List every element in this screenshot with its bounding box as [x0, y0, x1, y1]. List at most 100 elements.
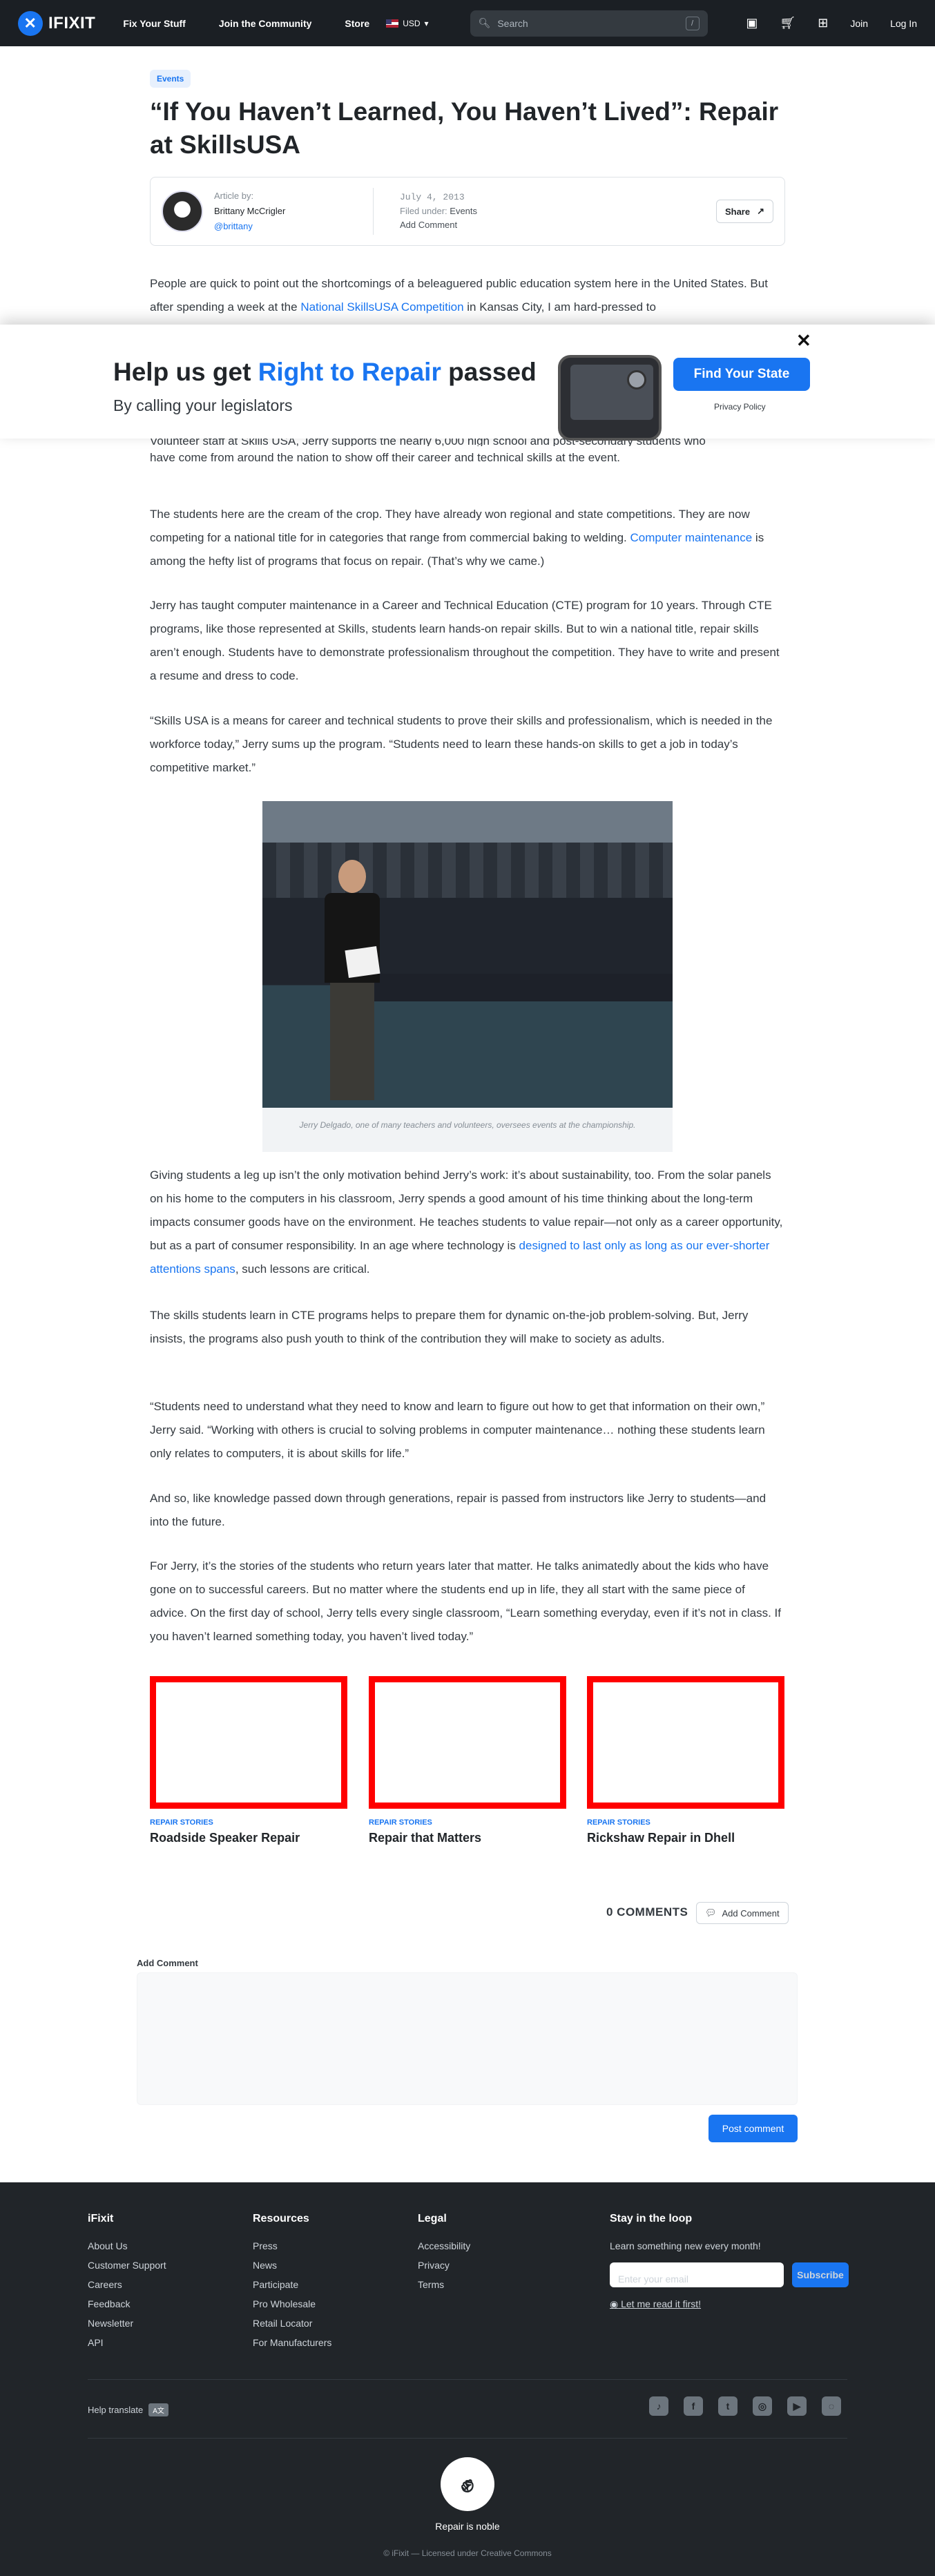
- subscribe-button[interactable]: Subscribe: [792, 2262, 849, 2287]
- ifixit-logo[interactable]: ✕ IFIXIT: [18, 10, 96, 36]
- author-avatar[interactable]: [162, 191, 203, 232]
- footer-link[interactable]: Newsletter: [88, 2314, 166, 2333]
- instagram-icon[interactable]: ◎: [753, 2396, 772, 2416]
- search-icon: 🔍︎: [478, 17, 491, 28]
- related-card[interactable]: REPAIR STORIES Rickshaw Repair in Dhell: [587, 1676, 784, 1845]
- nav-join-community[interactable]: Join the Community: [219, 18, 312, 29]
- paragraph-3: The students here are the cream of the c…: [150, 503, 785, 573]
- footer-col-title: iFixit: [88, 2213, 114, 2224]
- share-button[interactable]: Share ↗: [715, 200, 773, 223]
- close-icon[interactable]: ✕: [796, 330, 811, 352]
- email-field[interactable]: Enter your email: [610, 2262, 784, 2287]
- join-link[interactable]: Join: [850, 18, 868, 29]
- footer-link[interactable]: News: [253, 2256, 331, 2275]
- share-label: Share: [724, 206, 751, 217]
- login-link[interactable]: Log In: [890, 18, 917, 29]
- footer-link[interactable]: Press: [253, 2236, 331, 2256]
- currency-label: USD: [403, 18, 421, 28]
- search-input[interactable]: 🔍︎ Search /: [470, 10, 708, 37]
- tiktok-icon[interactable]: ♪: [649, 2396, 668, 2416]
- author-handle-link[interactable]: @brittany: [214, 221, 253, 231]
- phone-camera: [627, 370, 646, 390]
- related-card-kicker: REPAIR STORIES: [587, 1818, 650, 1827]
- phone-teardown-image: [558, 355, 662, 441]
- photo-person-head: [338, 860, 366, 893]
- paragraph-6: Giving students a leg up isn’t the only …: [150, 1164, 785, 1281]
- twitter-icon[interactable]: t: [718, 2396, 738, 2416]
- eye-icon: ◉: [610, 2298, 619, 2309]
- jerry-photo[interactable]: [262, 801, 673, 1108]
- ifixit-logo-icon: ✕: [18, 10, 43, 36]
- footer-link[interactable]: Customer Support: [88, 2256, 166, 2275]
- add-comment-button[interactable]: 💬︎ Add Comment: [696, 1902, 789, 1924]
- related-card[interactable]: REPAIR STORIES Repair that Matters: [369, 1676, 566, 1845]
- article-title: “If You Haven’t Learned, You Haven’t Liv…: [150, 97, 779, 159]
- toolbox-icon[interactable]: ▣: [746, 16, 758, 30]
- photo-person-paper: [345, 945, 380, 979]
- post-comment-button[interactable]: Post comment: [709, 2115, 798, 2142]
- newsletter-subtitle: Learn something new every month!: [610, 2240, 761, 2251]
- p1-text-b: in Kansas City, I am hard-pressed to: [463, 300, 656, 314]
- photo-caption: Jerry Delgado, one of many teachers and …: [262, 1108, 673, 1152]
- footer-col-title: Resources: [253, 2213, 309, 2224]
- banner-title-a: Help us get: [113, 358, 258, 386]
- paragraph-9: And so, like knowledge passed down throu…: [150, 1492, 767, 1528]
- paragraph-7: The skills students learn in CTE program…: [150, 1309, 749, 1345]
- footer-link[interactable]: Terms: [418, 2275, 470, 2294]
- banner-title-b: passed: [441, 358, 537, 386]
- related-card-kicker: REPAIR STORIES: [369, 1818, 432, 1827]
- filed-label: Filed under:: [400, 206, 447, 216]
- comment-textarea[interactable]: [137, 1972, 798, 2105]
- article-figure: Jerry Delgado, one of many teachers and …: [262, 801, 673, 1152]
- footer-link[interactable]: Feedback: [88, 2294, 166, 2314]
- photo-person: [318, 860, 387, 1108]
- paragraph-5: “Skills USA is a means for career and te…: [150, 714, 773, 774]
- footer-link[interactable]: For Manufacturers: [253, 2333, 331, 2352]
- photo-table: [366, 974, 673, 1001]
- copyright: © iFixit — Licensed under Creative Commo…: [383, 2548, 552, 2558]
- help-translate-link[interactable]: Help translate A文: [88, 2403, 168, 2416]
- footer-newsletter: Stay in the loop Learn something new eve…: [610, 2213, 849, 2314]
- youtube-icon[interactable]: ▶: [787, 2396, 807, 2416]
- nav-store[interactable]: Store: [345, 18, 369, 29]
- footer-col-ifixit: iFixit About Us Customer Support Careers…: [88, 2213, 166, 2352]
- skillsusa-link[interactable]: National SkillsUSA Competition: [300, 300, 463, 314]
- nav-fix-your-stuff[interactable]: Fix Your Stuff: [123, 18, 185, 29]
- site-footer: iFixit About Us Customer Support Careers…: [0, 2182, 935, 2576]
- footer-link[interactable]: API: [88, 2333, 166, 2352]
- filed-category-link[interactable]: Events: [450, 206, 477, 216]
- footer-link[interactable]: About Us: [88, 2236, 166, 2256]
- footer-link[interactable]: Privacy: [418, 2256, 470, 2275]
- footer-link[interactable]: Careers: [88, 2275, 166, 2294]
- footer-link[interactable]: Pro Wholesale: [253, 2294, 331, 2314]
- computer-maintenance-link[interactable]: Computer maintenance: [630, 531, 752, 544]
- comments-count: 0 COMMENTS: [606, 1905, 688, 1919]
- cart-icon[interactable]: 🛒︎: [780, 16, 796, 30]
- byline-add-comment-link[interactable]: Add Comment: [400, 218, 477, 232]
- community-icon[interactable]: ◌: [822, 2396, 841, 2416]
- paragraph-10: For Jerry, it’s the stories of the stude…: [150, 1559, 781, 1643]
- read-first-label: Let me read it first!: [621, 2298, 702, 2309]
- translate-icon: A文: [148, 2403, 168, 2416]
- privacy-policy-link[interactable]: Privacy Policy: [714, 402, 766, 412]
- read-first-link[interactable]: ◉ Let me read it first!: [610, 2294, 849, 2314]
- footer-divider: [88, 2438, 847, 2439]
- comment-bubble-icon: 💬︎: [705, 1907, 717, 1918]
- banner-title: Help us get Right to Repair passed: [113, 358, 537, 387]
- find-your-state-button[interactable]: Find Your State: [673, 358, 810, 391]
- help-translate-label: Help translate: [88, 2405, 144, 2415]
- currency-selector[interactable]: USD ▾: [386, 18, 429, 28]
- footer-col-legal: Legal Accessibility Privacy Terms: [418, 2213, 470, 2294]
- p2-text: have come from around the nation to show…: [150, 451, 621, 464]
- footer-divider: [88, 2379, 847, 2380]
- facebook-icon[interactable]: f: [684, 2396, 703, 2416]
- footer-link[interactable]: Retail Locator: [253, 2314, 331, 2333]
- footer-slogan: Repair is noble: [435, 2521, 500, 2532]
- footer-link[interactable]: Participate: [253, 2275, 331, 2294]
- logo-text: IFIXIT: [48, 13, 96, 32]
- us-flag-icon: [386, 19, 399, 28]
- footer-link[interactable]: Accessibility: [418, 2236, 470, 2256]
- language-icon[interactable]: ⊞: [818, 16, 828, 30]
- related-card[interactable]: REPAIR STORIES Roadside Speaker Repair: [150, 1676, 347, 1845]
- category-tag[interactable]: Events: [150, 70, 191, 88]
